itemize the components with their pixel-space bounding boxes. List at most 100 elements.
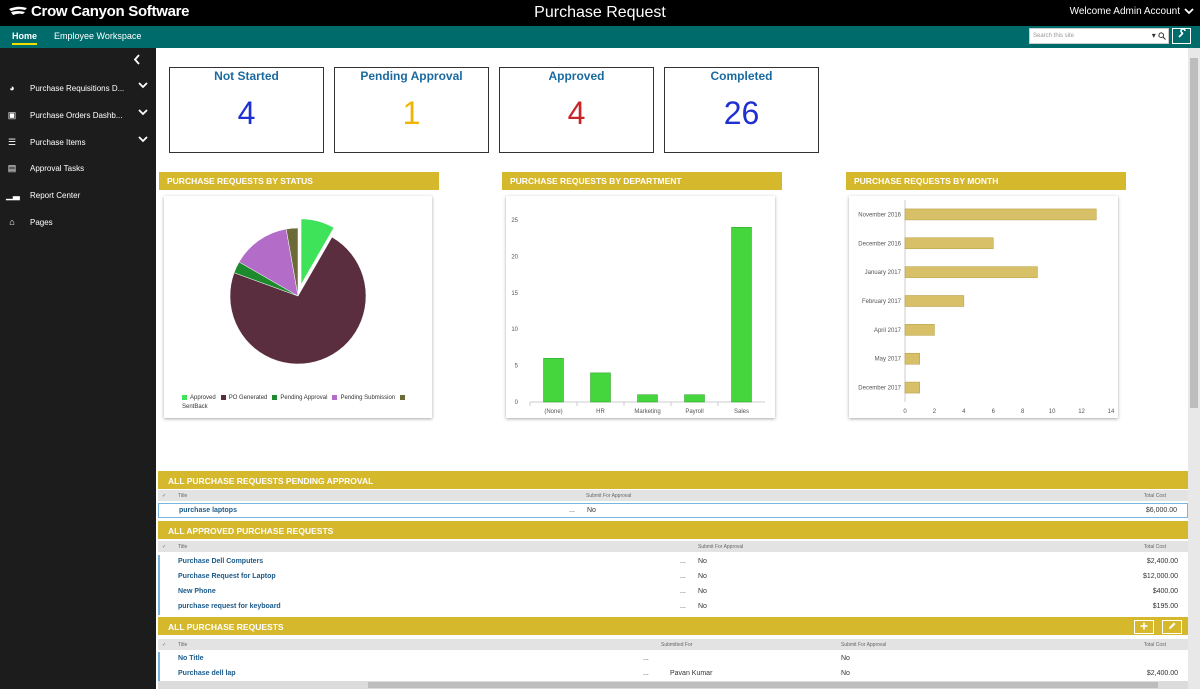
list-icon: ☰ [7,136,17,147]
col-title[interactable]: Title [178,642,187,648]
settings-button[interactable] [1172,28,1191,44]
sidebar-item-purchase-requisitions[interactable]: ◕ Purchase Requisitions D... [0,78,156,98]
row-menu-icon[interactable]: ... [680,558,686,565]
row-submit: No [587,507,596,514]
sidebar-item-purchase-orders[interactable]: ▣ Purchase Orders Dashb... [0,105,156,125]
select-all-check[interactable]: ✓ [162,544,166,550]
legend-swatch [332,394,338,400]
scrollbar-thumb[interactable] [368,682,1158,688]
kpi-value: 4 [237,95,256,131]
row-title[interactable]: Purchase Dell Computers [178,558,263,565]
sidebar-item-label: Purchase Items [30,137,86,147]
table-row[interactable]: Purchase dell lap ... Pavan Kumar No $2,… [158,667,1188,682]
bar-month [904,352,920,365]
legend-entry[interactable]: Approved [182,394,216,401]
plus-icon [1140,622,1148,630]
row-cost: $12,000.00 [1142,573,1178,580]
bar-month [904,295,965,307]
legend-entry[interactable]: Pending Approval [272,394,327,401]
sidebar-item-label: Purchase Requisitions D... [30,83,125,93]
y-tick-label: April 2017 [874,328,902,334]
row-cost: $195.00 [1152,603,1178,610]
col-cost[interactable]: Total Cost [1144,544,1166,550]
select-all-check[interactable]: ✓ [162,493,166,499]
scrollbar[interactable] [1188,48,1200,689]
col-submit[interactable]: Submit For Approval [586,493,631,499]
bar-chart-svg: 0 5 10 15 20 25 (None) HR Marketing Payroll Sales [511,218,765,415]
legend-swatch [400,394,406,400]
legend-entry[interactable]: Pending Submission [332,394,395,401]
col-submitted-for[interactable]: Submitted For [661,642,692,648]
add-item-button[interactable] [1134,620,1154,634]
chevron-down-icon[interactable] [138,135,148,143]
kpi-label: Not Started [214,69,279,83]
row-cost: $2,400.00 [1146,558,1178,565]
scrollbar-thumb[interactable] [1190,58,1198,408]
x-tick-label: 14 [1108,409,1115,415]
x-tick-label: 12 [1078,409,1085,415]
y-tick-label: 25 [511,218,518,224]
select-all-check[interactable]: ✓ [162,642,166,648]
edit-button[interactable] [1162,620,1182,634]
col-cost[interactable]: Total Cost [1144,493,1166,499]
chart-title-department: PURCHASE REQUESTS BY DEPARTMENT [502,172,782,190]
col-title[interactable]: Title [178,493,187,499]
bar-month [904,208,1097,221]
row-menu-icon[interactable]: ... [680,588,686,595]
row-indicator [158,667,160,682]
horizontal-scrollbar[interactable] [158,681,1188,689]
row-menu-icon[interactable]: ... [569,507,575,514]
table-row[interactable]: Purchase Dell Computers ... No $2,400.00 [158,555,1188,570]
table-row[interactable]: purchase request for keyboard ... No $19… [158,600,1188,615]
row-menu-icon[interactable]: ... [643,655,649,662]
list-header-all: ALL PURCHASE REQUESTS [158,617,1188,635]
bar-hr [590,372,611,403]
row-title[interactable]: No Title [178,655,204,662]
row-title[interactable]: purchase request for keyboard [178,603,281,610]
col-cost[interactable]: Total Cost [1144,642,1166,648]
sidebar-item-label: Purchase Orders Dashb... [30,110,123,120]
search-placeholder: Search this site [1033,33,1075,39]
row-title[interactable]: purchase laptops [179,507,237,514]
legend-entry[interactable]: PO Generated [220,394,268,401]
sidebar-item-report-center[interactable]: ▁▃ Report Center [0,185,156,205]
table-row[interactable]: Purchase Request for Laptop ... No $12,0… [158,570,1188,585]
x-tick-label: Sales [734,409,749,415]
row-menu-icon[interactable]: ... [680,573,686,580]
dropdown-icon[interactable]: ▾ [1152,31,1156,40]
row-title[interactable]: New Phone [178,588,216,595]
row-indicator [158,600,160,615]
row-menu-icon[interactable]: ... [643,670,649,677]
status-pie-chart: Approved PO Generated Pending Approval Pend… [164,196,432,418]
search-icon[interactable] [1158,32,1166,40]
bar-none [543,358,564,403]
kpi-pending-approval[interactable]: Pending Approval 1 [334,67,489,153]
list-header-pending: ALL PURCHASE REQUESTS PENDING APPROVAL [158,471,1188,489]
kpi-not-started[interactable]: Not Started 4 [169,67,324,153]
chevron-down-icon[interactable] [138,108,148,116]
sidebar-item-pages[interactable]: ⌂ Pages [0,212,156,232]
table-row[interactable]: New Phone ... No $400.00 [158,585,1188,600]
legend-swatch [220,394,226,400]
col-submit[interactable]: Submit For Approval [698,544,743,550]
collapse-sidebar-icon[interactable] [133,54,141,65]
account-menu[interactable]: Welcome Admin Account [1070,6,1194,17]
tab-home[interactable]: Home [12,31,38,45]
table-row[interactable]: No Title ... No [158,652,1188,667]
col-submit[interactable]: Submit For Approval [841,642,886,648]
y-tick-label: 15 [511,291,518,297]
kpi-approved[interactable]: Approved 4 [499,67,654,153]
row-title[interactable]: Purchase dell lap [178,670,236,677]
sidebar-item-purchase-items[interactable]: ☰ Purchase Items [0,132,156,152]
kpi-completed[interactable]: Completed 26 [664,67,819,153]
row-title[interactable]: Purchase Request for Laptop [178,573,276,580]
col-title[interactable]: Title [178,544,187,550]
row-menu-icon[interactable]: ... [680,603,686,610]
tab-employee-workspace[interactable]: Employee Workspace [54,31,141,41]
tasks-icon: ▤ [7,162,17,173]
sidebar-item-approval-tasks[interactable]: ▤ Approval Tasks [0,158,156,178]
search-input[interactable]: Search this site ▾ [1029,28,1169,44]
chevron-down-icon[interactable] [138,81,148,89]
table-row[interactable]: purchase laptops ... No $6,000.00 [158,503,1188,518]
legend-label: PO Generated [228,395,268,401]
